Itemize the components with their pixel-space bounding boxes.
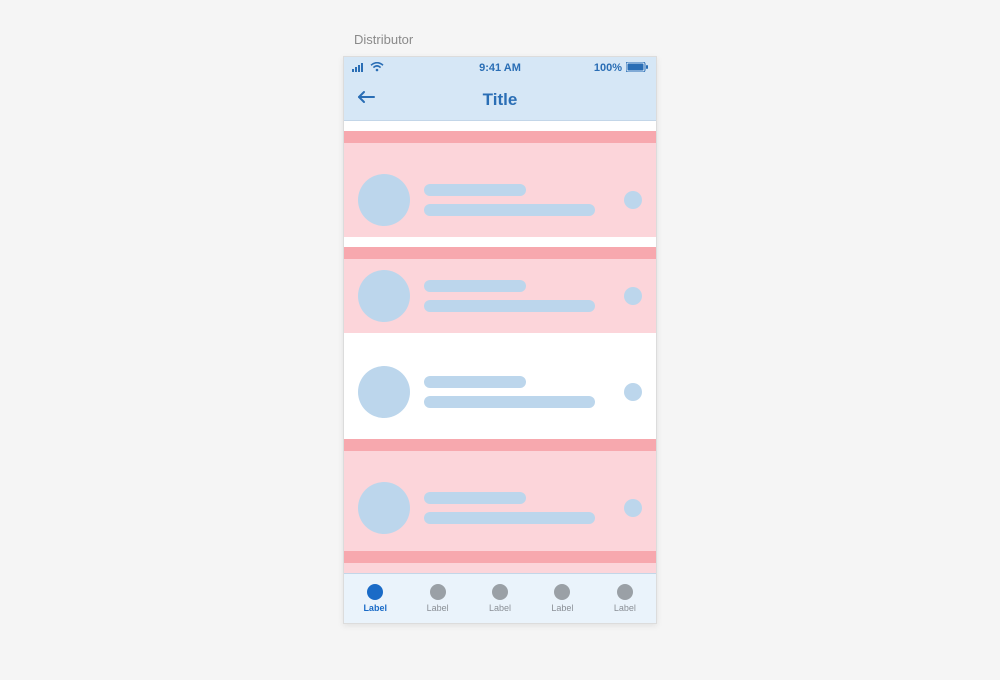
tab-label: Label [614,603,636,613]
subtitle-placeholder [424,204,595,216]
tab-icon [617,584,633,600]
title-placeholder [424,184,526,196]
avatar [358,482,410,534]
section-header [344,343,656,355]
tab-1[interactable]: Label [344,574,406,623]
subtitle-placeholder [424,512,595,524]
spacer [344,429,656,439]
list-item[interactable] [344,163,656,237]
page-title: Title [344,90,656,110]
tab-icon [492,584,508,600]
page-label: Distributor [354,32,413,47]
spacer [344,121,656,131]
accessory-icon [624,191,642,209]
tab-5[interactable]: Label [594,574,656,623]
list-item-text [424,376,610,408]
subtitle-placeholder [424,396,595,408]
list-item[interactable] [344,259,656,333]
spacer [344,237,656,247]
tab-bar: Label Label Label Label Label [344,573,656,623]
accessory-icon [624,383,642,401]
avatar [358,174,410,226]
status-time: 9:41 AM [344,62,656,74]
list-item-text [424,184,610,216]
subtitle-placeholder [424,300,595,312]
section-label [344,143,656,163]
tab-label: Label [551,603,573,613]
avatar [358,366,410,418]
section-header [344,247,656,259]
avatar [358,270,410,322]
tab-3[interactable]: Label [469,574,531,623]
section-header [344,439,656,451]
title-placeholder [424,280,526,292]
title-placeholder [424,492,526,504]
section-header [344,131,656,143]
tab-label: Label [363,603,387,613]
accessory-icon [624,499,642,517]
accessory-icon [624,287,642,305]
nav-bar: Title [344,79,656,121]
tab-4[interactable]: Label [531,574,593,623]
list-item[interactable] [344,471,656,545]
list-item[interactable] [344,563,656,573]
section-label [344,451,656,471]
tab-icon [367,584,383,600]
list-item-text [424,280,610,312]
title-placeholder [424,376,526,388]
tab-2[interactable]: Label [406,574,468,623]
tab-icon [554,584,570,600]
tab-icon [430,584,446,600]
tab-label: Label [427,603,449,613]
status-bar: 9:41 AM 100% [344,57,656,79]
phone-frame: 9:41 AM 100% Title [343,56,657,624]
content-area [344,121,656,573]
list-item[interactable] [344,355,656,429]
section-header [344,551,656,563]
spacer [344,333,656,343]
tab-label: Label [489,603,511,613]
list-item-text [424,492,610,524]
